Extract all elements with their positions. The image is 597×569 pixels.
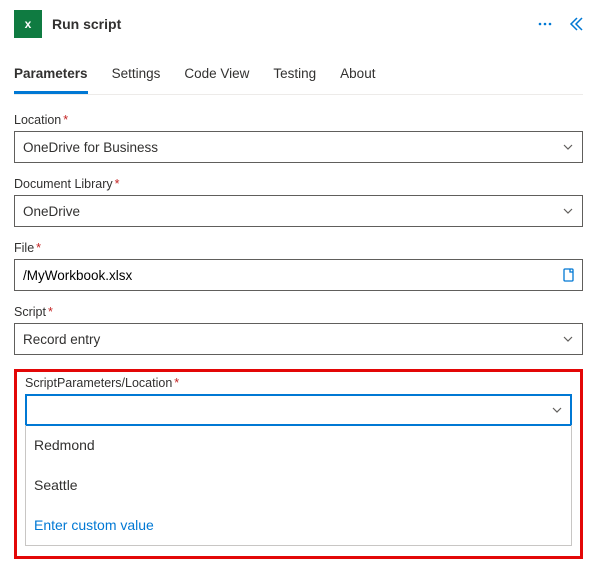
file-input[interactable] [14,259,583,291]
file-picker-icon[interactable] [561,267,577,283]
tabs: Parameters Settings Code View Testing Ab… [14,60,583,95]
field-script: Script* Record entry [14,305,583,355]
param-location-select[interactable] [25,394,572,426]
field-label: ScriptParameters/Location [25,376,172,390]
panel-title: Run script [52,16,527,32]
field-document-library: Document Library* OneDrive [14,177,583,227]
panel-header: x Run script [14,10,583,38]
dropdown-option[interactable]: Seattle [26,465,571,505]
tab-parameters[interactable]: Parameters [14,60,88,94]
tab-about[interactable]: About [340,60,375,94]
required-asterisk: * [63,113,68,127]
required-asterisk: * [115,177,120,191]
chevron-down-icon [562,333,574,345]
excel-icon: x [14,10,42,38]
tab-code-view[interactable]: Code View [184,60,249,94]
field-label: File [14,241,34,255]
field-file: File* [14,241,583,291]
highlighted-region: ScriptParameters/Location* Redmond Seatt… [14,369,583,559]
location-select[interactable]: OneDrive for Business [14,131,583,163]
chevron-down-icon [562,141,574,153]
field-location: Location* OneDrive for Business [14,113,583,163]
more-icon[interactable] [537,16,553,32]
field-script-parameters-location: ScriptParameters/Location* Redmond Seatt… [25,376,572,546]
chevron-down-icon [562,205,574,217]
required-asterisk: * [36,241,41,255]
tab-testing[interactable]: Testing [273,60,316,94]
chevron-down-icon [551,404,563,416]
dropdown-option[interactable]: Redmond [26,425,571,465]
field-label: Script [14,305,46,319]
param-location-dropdown: Redmond Seattle Enter custom value [25,425,572,546]
library-select[interactable]: OneDrive [14,195,583,227]
field-label: Document Library [14,177,113,191]
script-select[interactable]: Record entry [14,323,583,355]
enter-custom-value[interactable]: Enter custom value [26,505,571,545]
field-label: Location [14,113,61,127]
tab-settings[interactable]: Settings [112,60,161,94]
collapse-icon[interactable] [567,16,583,32]
required-asterisk: * [48,305,53,319]
required-asterisk: * [174,376,179,390]
